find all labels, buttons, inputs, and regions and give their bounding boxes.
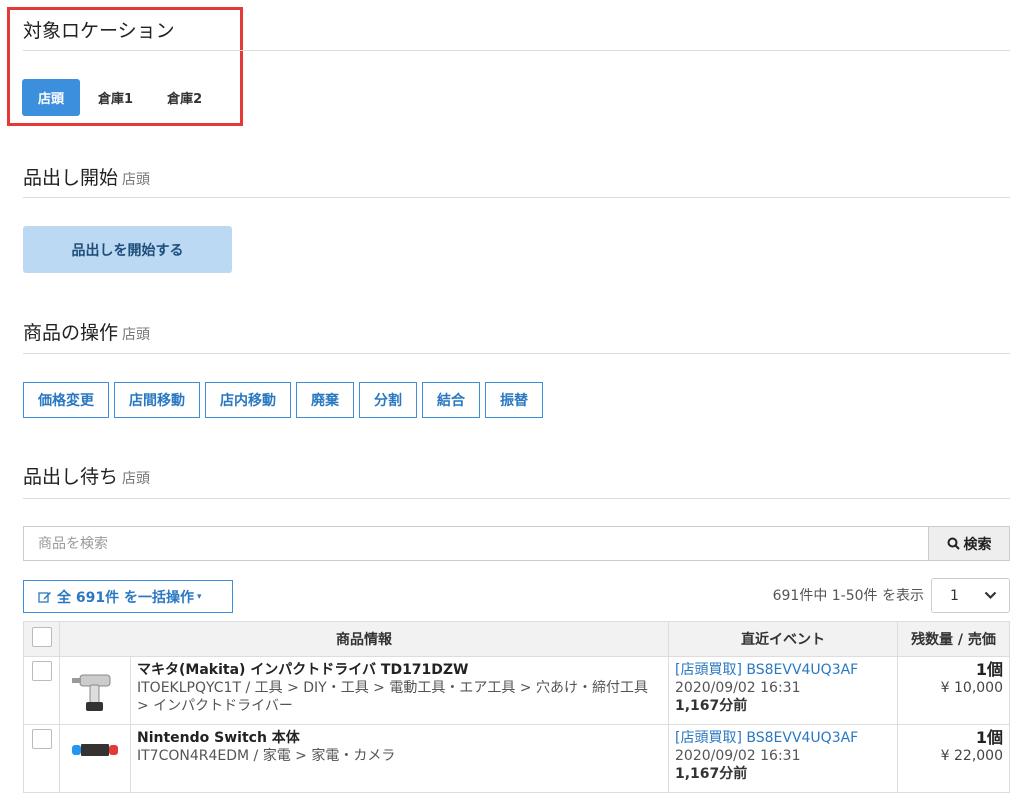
- transfer-button[interactable]: 振替: [485, 382, 543, 418]
- row-checkbox[interactable]: [31, 729, 52, 749]
- product-category: IT7CON4R4EDM / 家電 > 家電・カメラ: [137, 748, 396, 764]
- ops-title: 商品の操作 店頭: [23, 322, 151, 344]
- location-tabs: 店頭 倉庫1 倉庫2: [22, 79, 220, 116]
- operation-buttons: 価格変更 店間移動 店内移動 廃棄 分割 結合 振替: [23, 382, 548, 418]
- divider: [23, 498, 1010, 499]
- product-name: マキタ(Makita) インパクトドライバ TD171DZW: [137, 662, 469, 678]
- search-bar: 検索: [23, 526, 1010, 561]
- remaining-qty: 1個: [975, 728, 1003, 747]
- qty-price: 1個 ¥ 22,000: [897, 724, 1010, 793]
- bulk-action-button[interactable]: 全 691件 を一括操作 ▾: [23, 580, 233, 613]
- row-checkbox-cell: [23, 724, 60, 793]
- start-restock-button[interactable]: 品出しを開始する: [23, 226, 232, 273]
- location-title: 対象ロケーション: [23, 20, 175, 42]
- page-select-value: 1: [950, 587, 959, 604]
- table-row: マキタ(Makita) インパクトドライバ TD171DZW ITOEKLPQY…: [23, 656, 1010, 725]
- product-thumbnail: [59, 656, 131, 725]
- event-link[interactable]: [店頭買取] BS8EVV4UQ3AF: [675, 729, 891, 747]
- row-checkbox[interactable]: [31, 661, 52, 681]
- select-all-checkbox[interactable]: [31, 627, 52, 647]
- page-info: 691件中 1-50件 を表示: [772, 588, 924, 604]
- row-checkbox-cell: [23, 656, 60, 725]
- nintendo-switch-image: [72, 744, 118, 756]
- search-button-label: 検索: [963, 536, 992, 553]
- tab-storefront[interactable]: 店頭: [22, 79, 81, 116]
- search-input[interactable]: [23, 526, 928, 561]
- select-all-cell: [23, 621, 60, 657]
- waiting-location: 店頭: [122, 471, 151, 487]
- event-ago: 1,167分前: [675, 766, 748, 782]
- table-header-row: 商品情報 直近イベント 残数量 / 売価: [23, 621, 1010, 657]
- product-name: Nintendo Switch 本体: [137, 730, 300, 746]
- ops-location: 店頭: [122, 327, 151, 343]
- store-transfer-button[interactable]: 店間移動: [114, 382, 200, 418]
- product-category: ITOEKLPQYC1T / 工具 > DIY・工具 > 電動工具・エア工具 >…: [137, 680, 648, 714]
- event-date: 2020/09/02 16:31: [675, 680, 801, 696]
- start-location: 店頭: [122, 172, 151, 188]
- waiting-title: 品出し待ち 店頭: [23, 466, 151, 488]
- divider: [23, 50, 1010, 51]
- col-product-info: 商品情報: [59, 621, 669, 657]
- divider: [23, 353, 1010, 354]
- qty-price: 1個 ¥ 10,000: [897, 656, 1010, 725]
- sale-price: ¥ 10,000: [940, 680, 1003, 696]
- col-recent-event: 直近イベント: [668, 621, 898, 657]
- col-qty-price: 残数量 / 売価: [897, 621, 1010, 657]
- product-info: Nintendo Switch 本体 IT7CON4R4EDM / 家電 > 家…: [130, 724, 669, 793]
- remaining-qty: 1個: [975, 660, 1003, 679]
- impact-driver-image: [72, 674, 111, 711]
- recent-event: [店頭買取] BS8EVV4UQ3AF 2020/09/02 16:31 1,1…: [668, 724, 898, 793]
- sale-price: ¥ 22,000: [940, 748, 1003, 764]
- product-thumbnail: [59, 724, 131, 793]
- divider: [23, 197, 1010, 198]
- merge-button[interactable]: 結合: [422, 382, 480, 418]
- recent-event: [店頭買取] BS8EVV4UQ3AF 2020/09/02 16:31 1,1…: [668, 656, 898, 725]
- start-title: 品出し開始 店頭: [23, 167, 151, 189]
- search-icon: [947, 537, 960, 550]
- price-change-button[interactable]: 価格変更: [23, 382, 109, 418]
- split-button[interactable]: 分割: [359, 382, 417, 418]
- items-table: 商品情報 直近イベント 残数量 / 売価 マキタ(Makita) インパクトドラ…: [23, 621, 1010, 793]
- product-info: マキタ(Makita) インパクトドライバ TD171DZW ITOEKLPQY…: [130, 656, 669, 725]
- caret-down-icon: ▾: [196, 591, 202, 602]
- bulk-action-label: 全 691件 を一括操作: [57, 589, 194, 606]
- event-ago: 1,167分前: [675, 698, 748, 714]
- in-store-move-button[interactable]: 店内移動: [205, 382, 291, 418]
- event-date: 2020/09/02 16:31: [675, 748, 801, 764]
- table-row: Nintendo Switch 本体 IT7CON4R4EDM / 家電 > 家…: [23, 724, 1010, 793]
- event-link[interactable]: [店頭買取] BS8EVV4UQ3AF: [675, 661, 891, 679]
- discard-button[interactable]: 廃棄: [296, 382, 354, 418]
- chevron-down-icon: [984, 591, 997, 600]
- tab-warehouse-2[interactable]: 倉庫2: [151, 79, 218, 116]
- edit-icon: [38, 591, 51, 603]
- page-select[interactable]: 1: [931, 578, 1010, 613]
- tab-warehouse-1[interactable]: 倉庫1: [82, 79, 149, 116]
- search-button[interactable]: 検索: [928, 526, 1010, 561]
